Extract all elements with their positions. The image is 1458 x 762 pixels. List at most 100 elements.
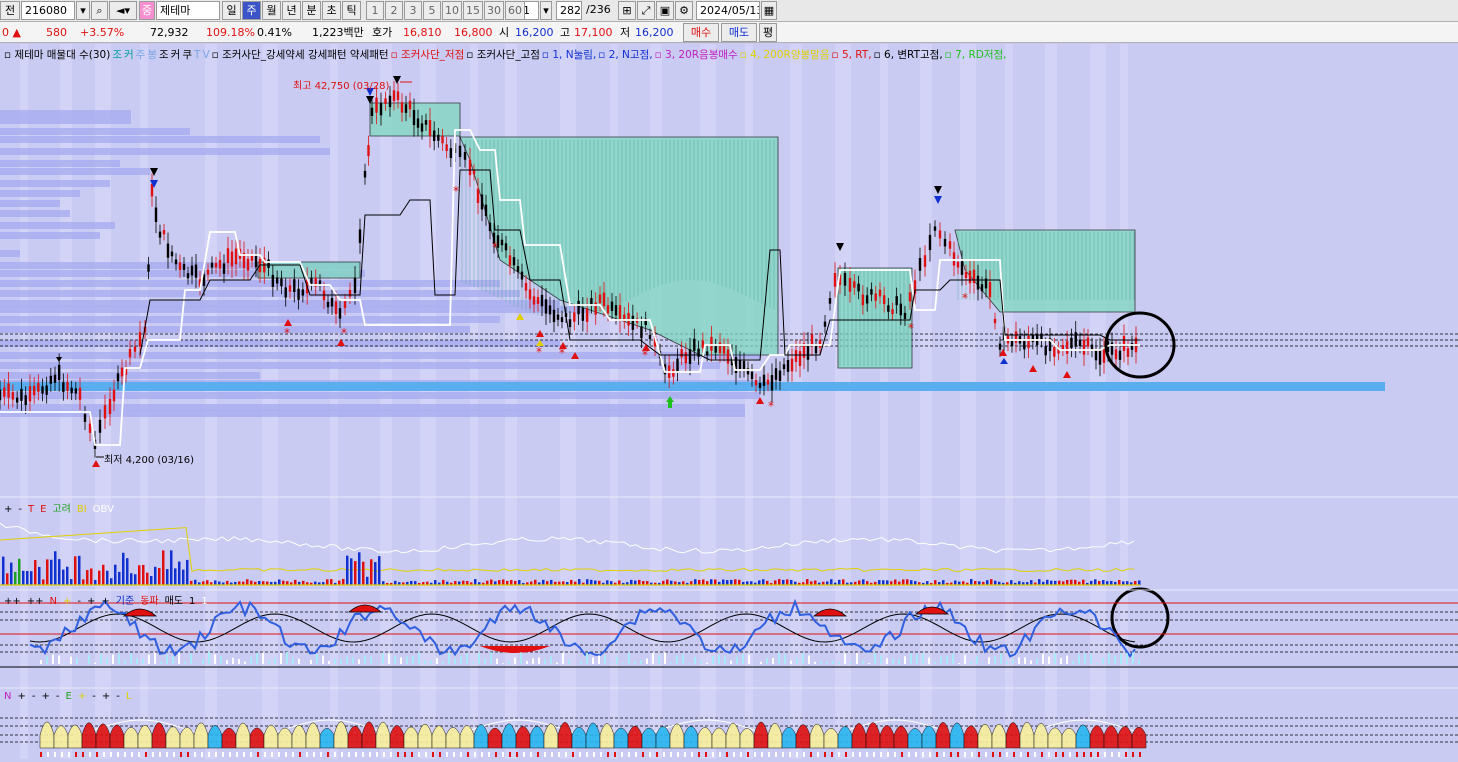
lower-tick (1118, 752, 1120, 757)
change-value: 580 (46, 24, 67, 41)
interval-button-1[interactable]: 1 (366, 1, 384, 20)
candle-body (179, 262, 181, 270)
legend-item-12[interactable]: ▫ 조커사단_고점 (466, 49, 540, 61)
legend-item-7[interactable]: 쿠 (182, 49, 192, 61)
candle-body (900, 304, 902, 316)
volume-bar (1134, 581, 1137, 585)
legend-item-8[interactable]: T (194, 49, 200, 61)
buy-button[interactable]: 매수 (683, 23, 719, 42)
candle-body (949, 241, 951, 249)
count-dropdown-icon[interactable]: ▾ (540, 1, 552, 20)
legend-item-17[interactable]: ▫ 5, RT, (831, 49, 871, 61)
calendar-icon[interactable]: ▦ (761, 1, 777, 20)
candle-body (469, 160, 471, 176)
interval-button-15[interactable]: 15 (463, 1, 483, 20)
interval-button-3[interactable]: 3 (404, 1, 422, 20)
legend-item-5[interactable]: 조 (159, 49, 169, 61)
period-button-1[interactable]: 주 (242, 1, 261, 20)
interval-button-5[interactable]: 5 (423, 1, 441, 20)
legend-item-14[interactable]: ▫ 2, N고점, (598, 49, 652, 61)
legend-item-6[interactable]: 커 (171, 49, 181, 61)
candle-body (183, 264, 185, 270)
oscillator-histogram (1102, 658, 1104, 664)
stock-code-input[interactable]: 216080 (21, 1, 75, 20)
legend-item-4[interactable]: 봉 (147, 49, 157, 61)
legend-item-10[interactable]: ▫ 조커사단_강세약세 강세패턴 약세패턴 (212, 49, 389, 61)
period-button-5[interactable]: 초 (322, 1, 341, 20)
interval-button-10[interactable]: 10 (442, 1, 462, 20)
oscillator-histogram (838, 662, 840, 664)
candle-body (767, 380, 769, 385)
candle-body (1119, 351, 1121, 360)
price-chart[interactable]: ********** (0, 44, 1458, 759)
lower-tick (908, 752, 910, 757)
period-button-6[interactable]: 틱 (342, 1, 361, 20)
lower-tick (425, 752, 427, 757)
legend-item-15[interactable]: ▫ 3, 20R음봉매수 (655, 49, 738, 61)
legend-item-3[interactable]: 주 (136, 49, 146, 61)
lower-tick (607, 752, 609, 757)
lower-tick (103, 752, 105, 757)
save-icon[interactable]: ▣ (656, 1, 674, 20)
volume-bar (766, 581, 769, 585)
oscillator-histogram (382, 653, 384, 664)
volume-profile-bar (0, 160, 120, 167)
legend-item-1[interactable]: 조 (112, 49, 122, 61)
sell-button[interactable]: 매도 (721, 23, 757, 42)
zoom-icon[interactable]: ⤢ (637, 1, 655, 20)
candle-body (459, 146, 461, 157)
volume-bar (42, 579, 45, 585)
chart-area[interactable]: ********** (0, 44, 1458, 759)
chart-type-icon[interactable]: ⊞ (618, 1, 636, 20)
period-button-2[interactable]: 월 (262, 1, 281, 20)
candle-body (367, 145, 369, 156)
date-field[interactable]: 2024/05/13 (696, 1, 760, 20)
oscillator-histogram (1078, 654, 1080, 664)
lower-wave (320, 728, 334, 748)
volume-bar (730, 580, 733, 585)
average-button[interactable]: 평 (759, 23, 777, 42)
volume-bar (1038, 579, 1041, 585)
lower-wave (908, 728, 922, 748)
legend-item-16[interactable]: ▫ 4, 200R양봉말음 (740, 49, 830, 61)
gear-icon[interactable]: ⚙ (675, 1, 693, 20)
legend-item-19[interactable]: ▫ 7, RD저점, (945, 49, 1007, 61)
lower-tick (250, 752, 252, 757)
volume-bar (1046, 580, 1049, 585)
legend-item-13[interactable]: ▫ 1, N눌림, (542, 49, 596, 61)
volume-bar (542, 580, 545, 585)
buy-signal-triangle (1029, 365, 1037, 372)
legend-item-0[interactable]: ▫ 제테마 매물대 수(30) (4, 49, 110, 61)
lower-tick (243, 752, 245, 757)
candle-body (417, 118, 419, 127)
oscillator-histogram (442, 662, 444, 664)
lower-tick (768, 752, 770, 757)
candle-body (775, 368, 777, 380)
bars-shown-field[interactable]: 282 (556, 1, 582, 20)
down-arrow-icon (934, 196, 942, 204)
interval-button-30[interactable]: 30 (484, 1, 504, 20)
volume-bar (894, 580, 897, 585)
legend-item-11[interactable]: ▫ 조커사단_저점 (391, 49, 465, 61)
interval-button-2[interactable]: 2 (385, 1, 403, 20)
period-button-4[interactable]: 분 (302, 1, 321, 20)
interval-button-60[interactable]: 60 (505, 1, 525, 20)
candle-body (787, 360, 789, 372)
search-icon[interactable]: ⌕ (91, 1, 108, 20)
stock-name-field[interactable]: 제테마 (156, 1, 220, 20)
code-dropdown-icon[interactable]: ▾ (76, 1, 90, 20)
oscillator-histogram (46, 656, 48, 664)
legend-item-9[interactable]: V (202, 49, 209, 61)
lower-tick (1132, 752, 1134, 757)
lower-tick (873, 752, 875, 757)
period-button-0[interactable]: 일 (222, 1, 241, 20)
oscillator-histogram (334, 659, 336, 664)
jeon-button[interactable]: 전 (0, 1, 20, 20)
legend-item-2[interactable]: 커 (124, 49, 134, 61)
sound-icon[interactable]: ◄▾ (109, 1, 137, 20)
candle-body (167, 244, 169, 258)
legend-item-18[interactable]: ▫ 6, 변RT고점, (874, 49, 943, 61)
lower-tick (348, 752, 350, 757)
period-button-3[interactable]: 년 (282, 1, 301, 20)
lower-tick (922, 752, 924, 757)
